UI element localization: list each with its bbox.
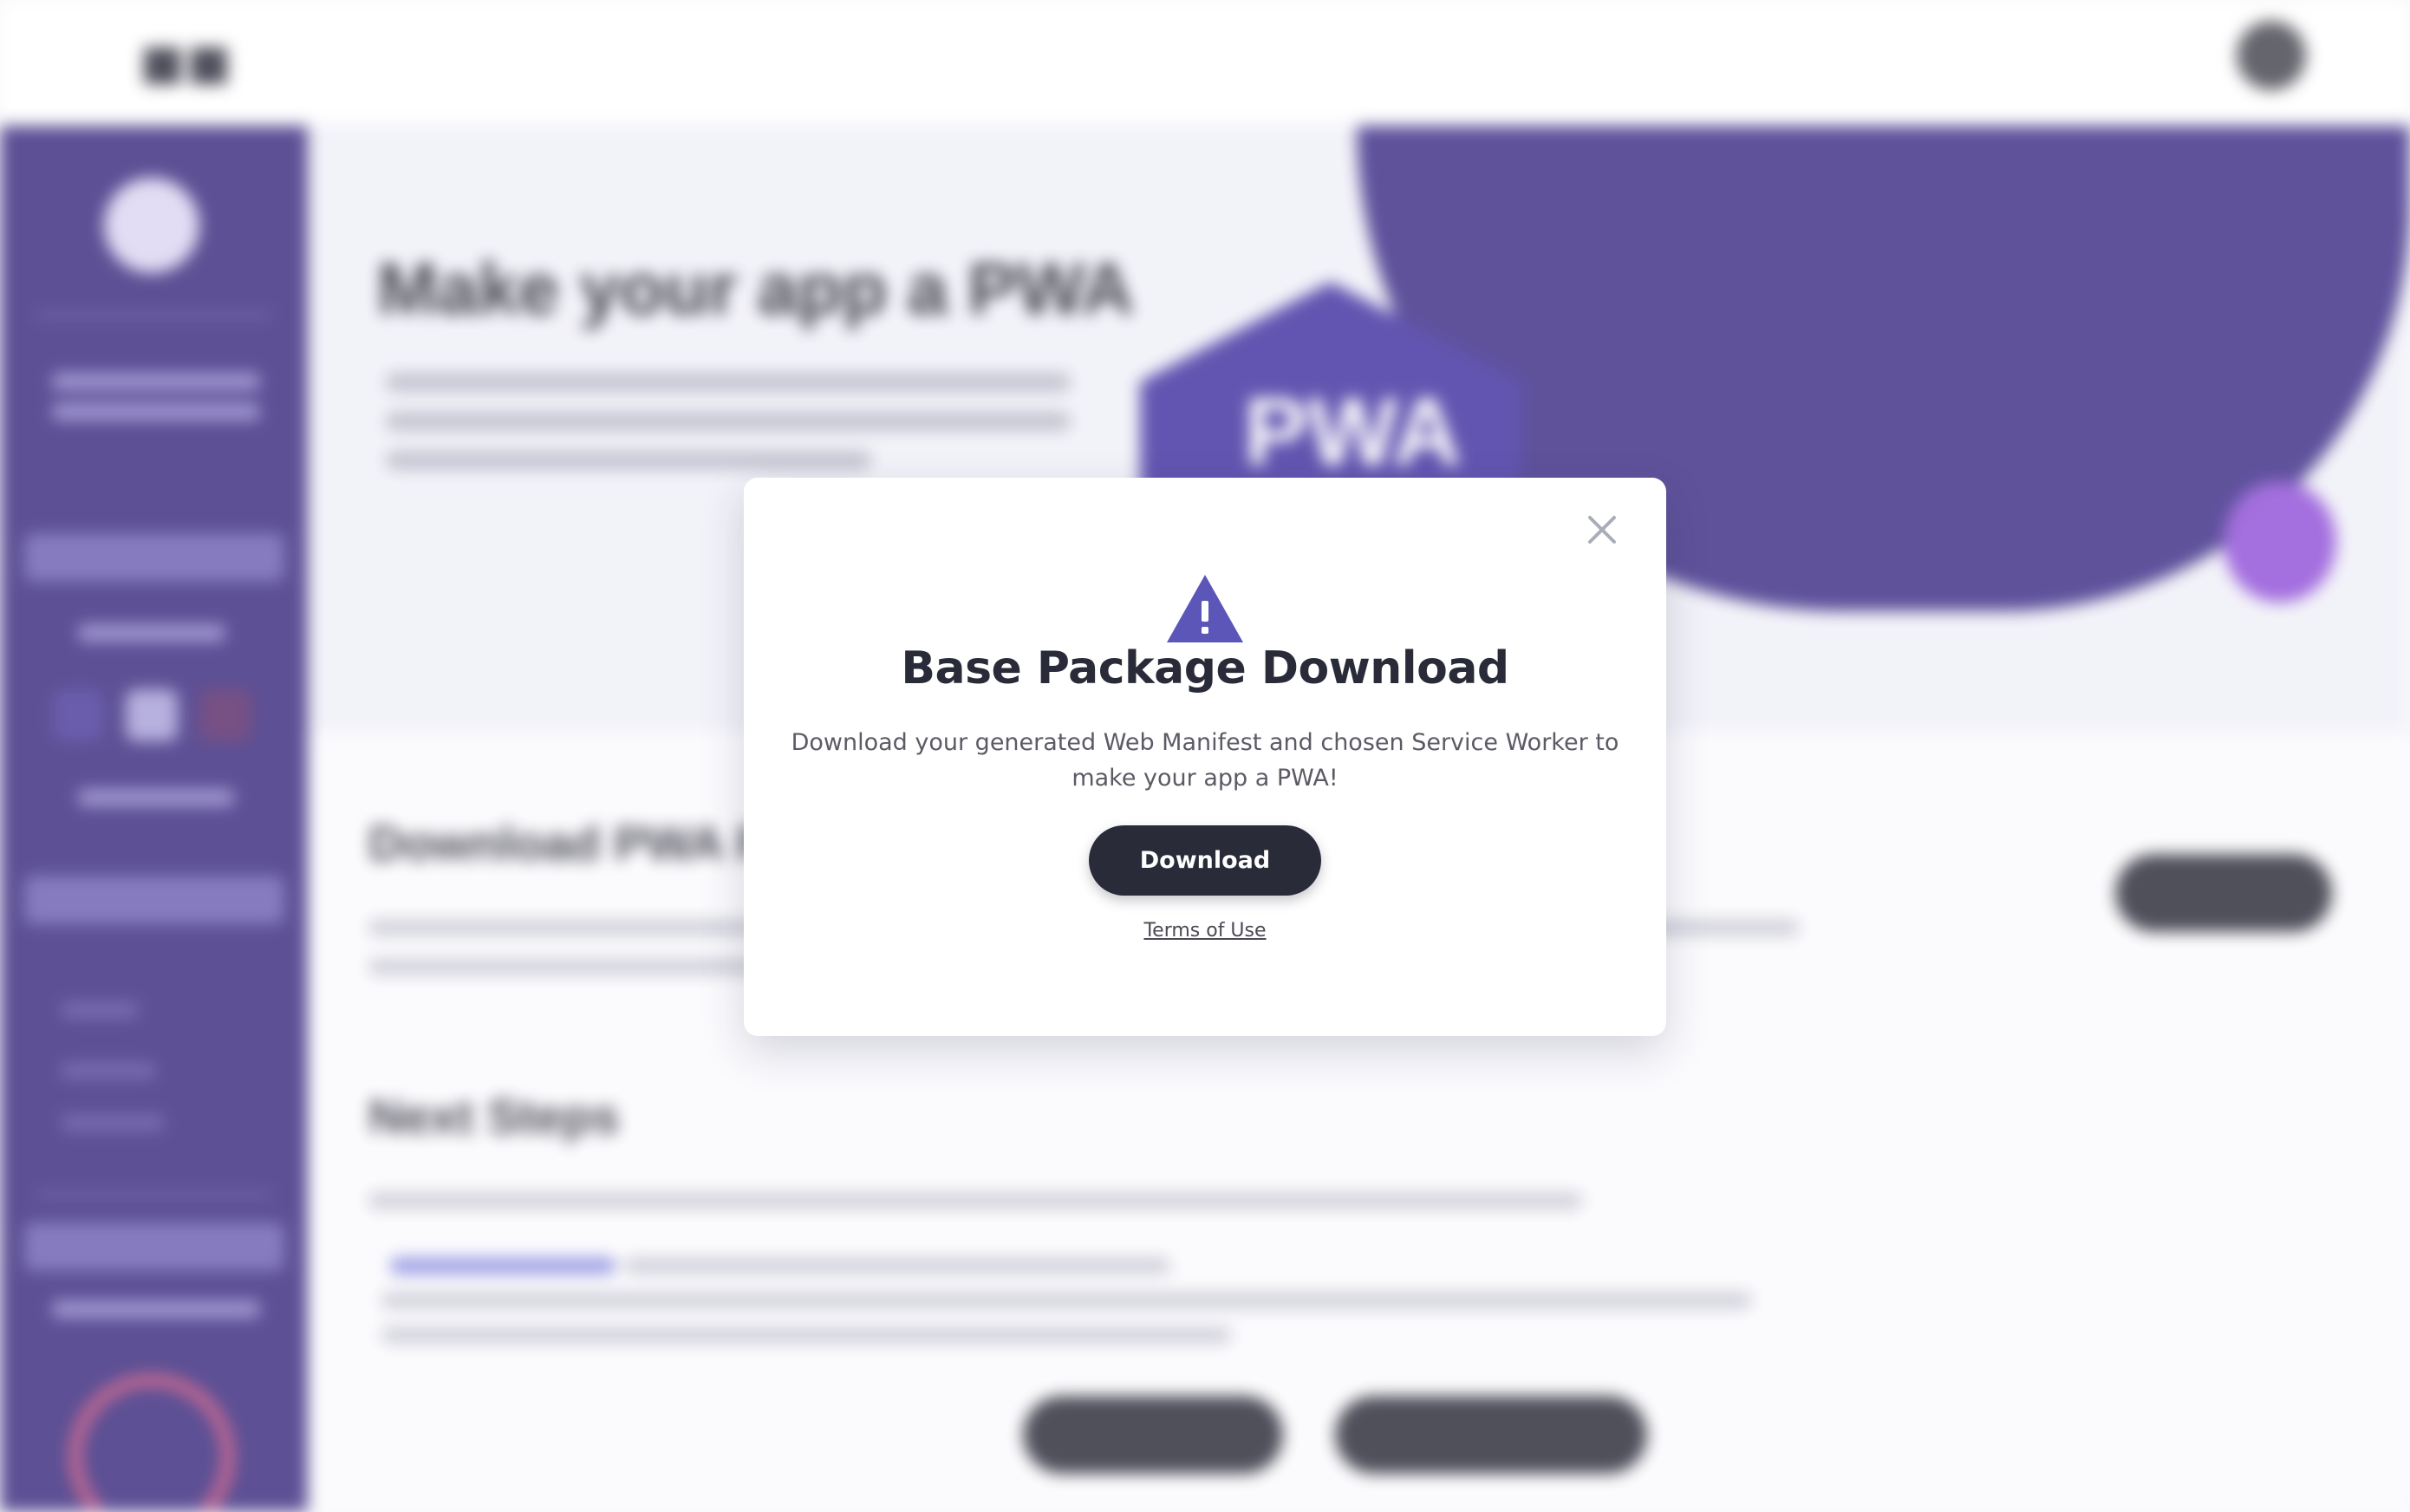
download-button[interactable]: Download bbox=[1089, 825, 1321, 896]
close-icon[interactable] bbox=[1576, 504, 1628, 556]
terms-of-use-link[interactable]: Terms of Use bbox=[744, 920, 1666, 942]
warning-icon bbox=[1165, 573, 1245, 644]
modal-title: Base Package Download bbox=[901, 642, 1509, 694]
modal-description: Download your generated Web Manifest and… bbox=[791, 729, 1619, 792]
download-modal: Base Package Download Download your gene… bbox=[744, 478, 1666, 1036]
